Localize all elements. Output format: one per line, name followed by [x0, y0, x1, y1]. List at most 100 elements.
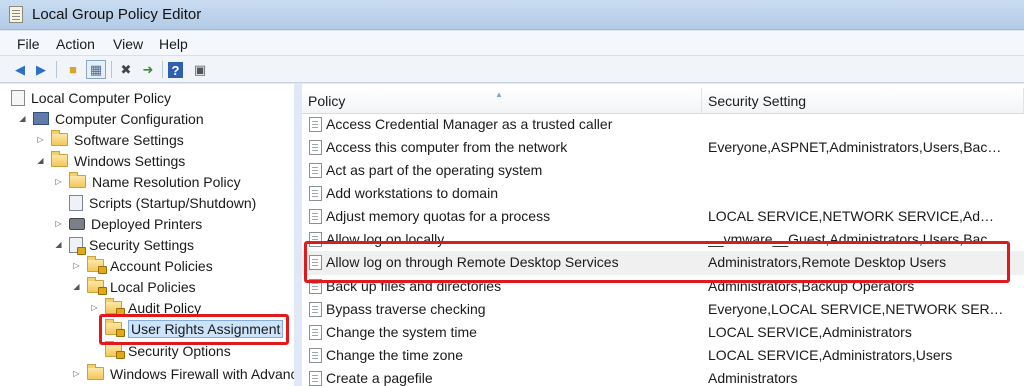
policy-name: Access this computer from the network: [326, 139, 568, 155]
tree-item-label: Software Settings: [74, 131, 184, 148]
policy-setting-icon: [309, 139, 322, 155]
tree-item-label: Local Computer Policy: [31, 89, 172, 106]
tree-item-local-computer-policy[interactable]: Local Computer Policy: [11, 87, 171, 108]
policy-setting-icon: [309, 116, 322, 132]
policy-cell: Act as part of the operating system: [309, 162, 704, 178]
tree-item-label: Scripts (Startup/Shutdown): [89, 194, 257, 211]
table-row[interactable]: Access this computer from the network Ev…: [302, 136, 1024, 159]
forward-arrow-icon[interactable]: ▶: [31, 60, 51, 79]
policy-setting-icon: [309, 347, 322, 363]
policy-setting-icon: [309, 370, 322, 386]
tree-item-name-resolution-policy[interactable]: ▷ Name Resolution Policy: [53, 171, 241, 192]
collapsed-arrow-icon[interactable]: ▷: [71, 261, 82, 270]
security-setting-value: LOCAL SERVICE,Administrators: [708, 324, 912, 340]
security-setting-value: LOCAL SERVICE,Administrators,Users: [708, 347, 953, 363]
column-header-security-setting[interactable]: Security Setting: [702, 88, 1024, 113]
help-icon[interactable]: ?: [168, 62, 183, 78]
collapsed-arrow-icon[interactable]: ▷: [53, 219, 64, 228]
delete-icon[interactable]: ✖: [116, 60, 136, 79]
locked-folder-icon: [87, 277, 107, 295]
title-bar: Local Group Policy Editor: [0, 0, 1024, 30]
policy-name: Access Credential Manager as a trusted c…: [326, 116, 613, 132]
policy-cell: Access Credential Manager as a trusted c…: [309, 116, 704, 132]
expanded-arrow-icon[interactable]: ◢: [71, 282, 82, 291]
security-settings-icon: [69, 236, 86, 255]
expanded-arrow-icon[interactable]: ◢: [53, 240, 64, 249]
policy-editor-icon: [9, 6, 23, 23]
column-header-label: Policy: [308, 92, 346, 109]
table-row[interactable]: Access Credential Manager as a trusted c…: [302, 113, 1024, 136]
tree-item-windows-settings[interactable]: ◢ Windows Settings: [35, 150, 185, 171]
collapsed-arrow-icon[interactable]: ▷: [71, 369, 82, 378]
table-row[interactable]: Adjust memory quotas for a process LOCAL…: [302, 205, 1024, 228]
highlight-box: [99, 314, 289, 345]
menu-view[interactable]: View: [113, 36, 143, 52]
printer-icon: [69, 217, 85, 230]
policy-cell: Change the system time: [309, 324, 704, 340]
tree-item-security-settings[interactable]: ◢ Security Settings: [53, 234, 194, 255]
window-title: Local Group Policy Editor: [32, 6, 202, 23]
collapsed-arrow-icon[interactable]: ▷: [53, 177, 64, 186]
table-row[interactable]: Act as part of the operating system: [302, 159, 1024, 182]
tree-item-account-policies[interactable]: ▷ Account Policies: [71, 255, 213, 276]
computer-icon: [33, 112, 49, 125]
show-hide-tree-icon[interactable]: ▦: [86, 60, 106, 79]
sort-ascending-icon: ▲: [495, 90, 503, 99]
policy-setting-icon: [309, 162, 322, 178]
column-header-label: Security Setting: [708, 92, 807, 109]
folder-icon: [87, 364, 104, 380]
policy-name: Create a pagefile: [326, 370, 433, 386]
menu-action[interactable]: Action: [56, 36, 95, 52]
policy-list-pane: Policy ▲ Security Setting Access Credent…: [302, 84, 1024, 386]
export-list-icon[interactable]: ➜: [138, 60, 158, 79]
policy-setting-icon: [309, 301, 322, 317]
table-row[interactable]: Change the time zone LOCAL SERVICE,Admin…: [302, 344, 1024, 367]
tree-item-label: Computer Configuration: [55, 110, 204, 127]
menu-file[interactable]: File: [17, 36, 40, 52]
policy-setting-icon: [309, 324, 322, 340]
tree-item-label: Account Policies: [110, 257, 213, 274]
folder-icon: [69, 172, 86, 188]
policy-name: Change the system time: [326, 324, 477, 340]
tree-item-label: Security Settings: [89, 236, 195, 253]
expanded-arrow-icon[interactable]: ◢: [35, 156, 46, 165]
column-header-policy[interactable]: Policy ▲: [302, 88, 702, 113]
locked-folder-icon: [105, 341, 125, 359]
tree-item-software-settings[interactable]: ▷ Software Settings: [35, 129, 184, 150]
security-setting-value: Administrators: [708, 370, 798, 386]
tree-item-windows-firewall[interactable]: ▷ Windows Firewall with Advanc: [71, 363, 294, 384]
menu-bar: File Action View Help: [0, 31, 1024, 56]
locked-folder-icon: [87, 256, 107, 274]
table-row[interactable]: Create a pagefile Administrators: [302, 367, 1024, 386]
collapsed-arrow-icon[interactable]: ▷: [89, 303, 100, 312]
tree-item-computer-configuration[interactable]: ◢ Computer Configuration: [17, 108, 204, 129]
expanded-arrow-icon[interactable]: ◢: [17, 114, 28, 123]
menu-help[interactable]: Help: [159, 36, 188, 52]
table-row[interactable]: Bypass traverse checking Everyone,LOCAL …: [302, 298, 1024, 321]
policy-name: Add workstations to domain: [326, 185, 498, 201]
tree-item-label: Deployed Printers: [91, 215, 203, 232]
tree-item-scripts[interactable]: Scripts (Startup/Shutdown): [69, 192, 256, 213]
tree-item-label: Name Resolution Policy: [92, 173, 241, 190]
policy-cell: Change the time zone: [309, 347, 704, 363]
policy-name: Change the time zone: [326, 347, 463, 363]
tree-item-deployed-printers[interactable]: ▷ Deployed Printers: [53, 213, 202, 234]
table-row[interactable]: Add workstations to domain: [302, 182, 1024, 205]
policy-cell: Adjust memory quotas for a process: [309, 208, 704, 224]
up-folder-icon[interactable]: ■: [63, 60, 83, 79]
highlight-box: [304, 241, 1010, 283]
policy-setting-icon: [309, 185, 322, 201]
collapsed-arrow-icon[interactable]: ▷: [35, 135, 46, 144]
folder-icon: [51, 130, 68, 146]
script-icon: [69, 194, 83, 211]
back-arrow-icon[interactable]: ◀: [10, 60, 30, 79]
table-row[interactable]: Change the system time LOCAL SERVICE,Adm…: [302, 321, 1024, 344]
folder-icon: [51, 151, 68, 167]
tree-item-local-policies[interactable]: ◢ Local Policies: [71, 276, 196, 297]
security-setting-value: Everyone,LOCAL SERVICE,NETWORK SERVICE..…: [708, 301, 1004, 317]
policy-name: Act as part of the operating system: [326, 162, 543, 178]
toolbar-separator: [162, 61, 163, 78]
tree-pane: Local Computer Policy ◢ Computer Configu…: [0, 84, 298, 386]
toolbar: ◀ ▶ ■ ▦ ✖ ➜ ? ▣: [0, 56, 1024, 83]
properties-icon[interactable]: ▣: [190, 60, 210, 79]
